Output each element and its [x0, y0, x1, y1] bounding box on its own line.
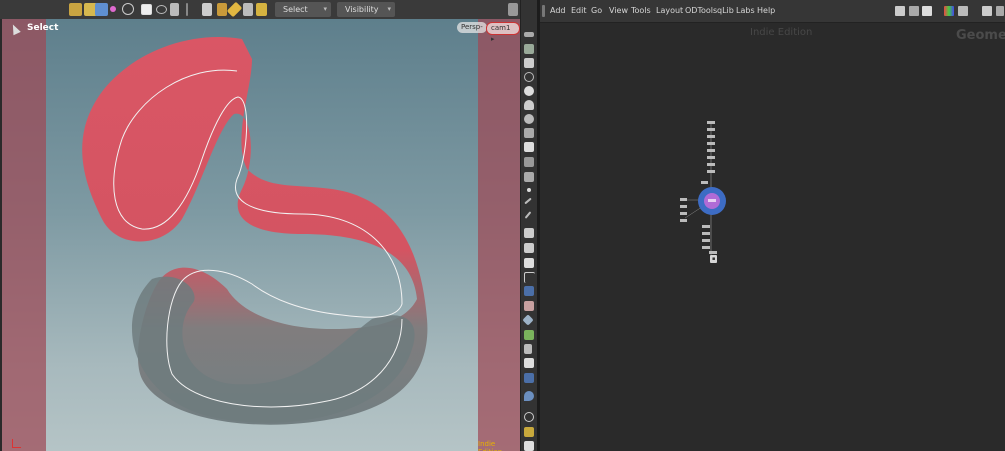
node-stack-bottom[interactable] — [702, 225, 717, 254]
primitive-display-icon[interactable] — [524, 243, 534, 253]
uv-display-icon[interactable] — [524, 258, 534, 268]
template-icon[interactable] — [524, 301, 534, 311]
diamond-icon[interactable] — [522, 314, 534, 326]
numbers-icon[interactable] — [524, 228, 534, 238]
node-graph — [680, 121, 726, 258]
select-mode-dropdown[interactable]: Select ▾ — [275, 2, 331, 17]
camera-mask-right — [478, 19, 520, 451]
chevron-down-icon: ▾ — [387, 5, 391, 13]
light-bulb-icon[interactable] — [524, 100, 534, 110]
render-region-icon[interactable] — [524, 142, 534, 152]
axis-gizmo-icon — [12, 439, 21, 448]
handle-tool-icon[interactable] — [69, 3, 82, 16]
flex-icon[interactable] — [243, 3, 253, 16]
viewport-display-toolbar — [520, 0, 537, 451]
network-editor-pane[interactable]: Add Edit Go View Tools Layout ODTools qL… — [540, 0, 1005, 451]
viewport-menu-icon[interactable] — [524, 441, 534, 451]
visibility-dropdown[interactable]: Visibility ▾ — [337, 2, 395, 17]
node-stack-top[interactable] — [701, 121, 715, 184]
lock-icon[interactable] — [524, 58, 534, 68]
display-options-icon[interactable] — [524, 44, 534, 54]
perspective-menu-button[interactable]: Persp- — [457, 22, 487, 33]
group-select-icon[interactable] — [217, 3, 227, 16]
viewport-canvas[interactable]: Select Persp- cam1 ▸ Indie Edition — [2, 19, 520, 451]
visibility-value: Visibility — [345, 5, 379, 14]
vertex-normals-icon[interactable] — [524, 211, 532, 219]
ribbon-geometry — [82, 37, 428, 425]
camera-menu-button[interactable]: cam1 ▸ — [486, 22, 520, 43]
lasso-icon[interactable] — [156, 5, 167, 14]
brush-icon[interactable] — [170, 3, 179, 16]
chevron-down-icon: ▸ — [491, 35, 495, 43]
connect-icon[interactable] — [202, 3, 212, 16]
node-stack-left[interactable] — [680, 198, 687, 222]
info-icon[interactable] — [524, 412, 534, 422]
snap-icon[interactable] — [524, 72, 534, 82]
spotlight-icon[interactable] — [524, 128, 534, 138]
camera-mask-left — [2, 19, 46, 451]
geo-select-icon[interactable] — [226, 1, 243, 18]
viewport-toolbar: Select ▾ Visibility ▾ — [0, 0, 537, 19]
camera-label: cam1 — [491, 24, 511, 32]
viewport-pane: Select ▾ Visibility ▾ Select Persp- cam1… — [0, 0, 537, 451]
crown-icon[interactable] — [256, 3, 267, 16]
visibility-eye-icon[interactable] — [524, 32, 534, 37]
selected-node[interactable] — [698, 187, 726, 215]
shading-icon[interactable] — [524, 86, 534, 96]
camera-view-icon[interactable] — [524, 157, 534, 167]
viewport-mode-label: Select — [27, 23, 59, 33]
branch-icon[interactable] — [524, 344, 532, 354]
normals-icon[interactable] — [524, 197, 532, 205]
pin-icon[interactable] — [524, 391, 534, 401]
display-node-flag[interactable]: ▪ — [710, 255, 718, 263]
chevron-down-icon: ▾ — [323, 5, 327, 13]
rotate-icon[interactable] — [122, 3, 134, 15]
laser-icon[interactable] — [186, 3, 188, 16]
select-mode-value: Select — [283, 5, 308, 14]
grid-icon[interactable] — [524, 272, 535, 283]
point-icon[interactable] — [110, 6, 116, 12]
flipbook-icon[interactable] — [524, 172, 534, 182]
viewport-edition-watermark: Indie Edition — [478, 440, 502, 451]
visualizer-icon[interactable] — [524, 330, 534, 340]
settings-icon[interactable] — [508, 3, 518, 16]
background-icon[interactable] — [524, 358, 534, 368]
box-select-icon[interactable] — [141, 4, 152, 15]
light-icon[interactable] — [524, 114, 534, 124]
point-display-icon[interactable] — [527, 188, 531, 192]
layout-grid-icon[interactable] — [524, 427, 534, 437]
pen-icon[interactable] — [524, 286, 534, 296]
image-plane-icon[interactable] — [524, 373, 534, 383]
select-tool-icon[interactable] — [95, 3, 108, 16]
